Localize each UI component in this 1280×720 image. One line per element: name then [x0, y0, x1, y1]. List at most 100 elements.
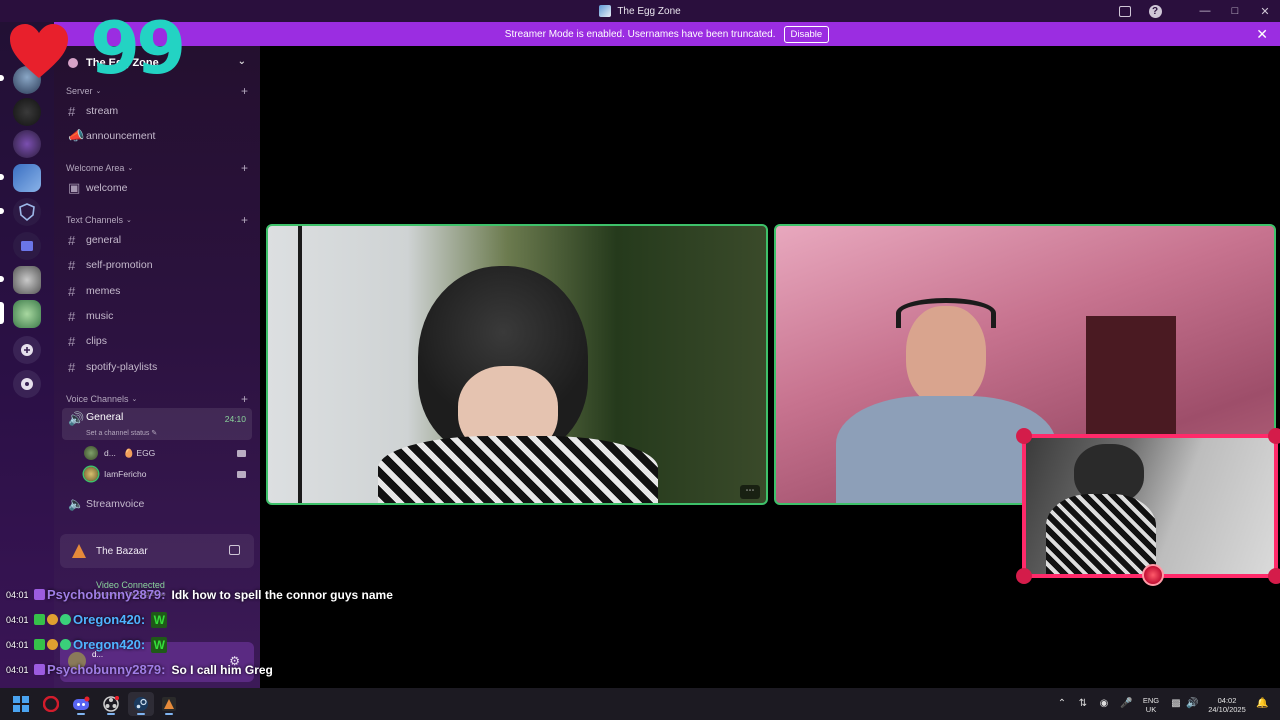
title-bar: The Egg Zone ? — □ ✕ [0, 0, 1280, 22]
channel-general[interactable]: # general [62, 229, 252, 251]
chat-username: Oregon420: [73, 612, 146, 627]
taskbar-app-steam[interactable] [128, 692, 154, 716]
chat-time: 04:01 [6, 639, 29, 650]
chat-time: 04:01 [6, 614, 29, 625]
channel-welcome[interactable]: ▣ welcome [62, 177, 252, 199]
disable-streamer-mode-button[interactable]: Disable [783, 25, 830, 43]
help-button[interactable]: ? [1140, 0, 1170, 22]
channel-label: announcement [86, 130, 156, 142]
verified-badge-icon [60, 614, 71, 625]
banner-close-icon[interactable]: ✕ [1256, 26, 1268, 43]
frame-ornament [1268, 568, 1280, 584]
hash-icon: # [68, 333, 76, 349]
channel-clips[interactable]: # clips [62, 330, 252, 352]
pencil-icon: ✎ [151, 430, 158, 437]
language-code: ENG [1142, 696, 1160, 705]
start-button[interactable] [8, 692, 34, 716]
channel-stream[interactable]: # stream [62, 100, 252, 122]
close-button[interactable]: ✕ [1250, 0, 1280, 22]
kick-badge-icon [34, 614, 45, 625]
language-indicator[interactable]: ENG UK [1138, 696, 1164, 714]
chat-overlay: 04:01 Psychobunny2879: Idk how to spell … [6, 582, 566, 682]
selected-indicator [0, 302, 4, 324]
screen: The Egg Zone ? — □ ✕ Streamer Mode is en… [0, 0, 1280, 720]
hash-icon: # [68, 308, 76, 324]
mic-stand [298, 226, 302, 503]
w-emote: W [151, 611, 168, 628]
more-options-button[interactable]: ⋯ [740, 485, 760, 499]
voice-channel-general[interactable]: 🔊 General 24:10 Set a channel status ✎ [62, 408, 252, 440]
notifications-icon[interactable]: 🔔 [1256, 698, 1268, 710]
chat-message: 04:01 Psychobunny2879: Idk how to spell … [6, 582, 566, 607]
voice-user[interactable]: d... 🥚 EGG [84, 443, 252, 463]
category-text-channels[interactable]: Text Channels ⌄ + [66, 213, 248, 227]
create-channel-button[interactable]: + [241, 213, 248, 227]
app-icon [599, 5, 612, 17]
camera-icon [237, 470, 246, 478]
server-icon-5[interactable] [13, 198, 41, 226]
taskbar-app-discord[interactable] [68, 692, 94, 716]
voice-user[interactable]: IamFericho [84, 464, 252, 484]
server-icon-2[interactable] [13, 98, 41, 126]
activity-panel[interactable]: The Bazaar [60, 534, 254, 568]
create-channel-button[interactable]: + [241, 161, 248, 175]
monitor-icon[interactable]: ▩ [1170, 698, 1182, 710]
server-icon-3[interactable] [13, 130, 41, 158]
egg-icon: 🥚 [123, 447, 135, 458]
taskbar-app-the-bazaar[interactable] [156, 692, 182, 716]
overlay-score: 99 [90, 6, 186, 90]
discover-button[interactable] [13, 370, 41, 398]
opera-icon [43, 696, 59, 712]
steam-tray-icon[interactable]: ◉ [1098, 698, 1110, 710]
compass-icon [21, 378, 33, 390]
unread-indicator [0, 276, 4, 282]
microphone-icon[interactable]: 🎤 [1120, 698, 1132, 710]
channel-spotify-playlists[interactable]: # spotify-playlists [62, 356, 252, 378]
minimize-button[interactable]: — [1190, 0, 1220, 22]
channel-music[interactable]: # music [62, 305, 252, 327]
taskbar-app-opera[interactable] [38, 692, 64, 716]
channel-memes[interactable]: # memes [62, 280, 252, 302]
network-share-icon[interactable]: ⇅ [1077, 698, 1089, 710]
clock[interactable]: 04:02 24/10/2025 [1204, 696, 1250, 714]
gift-badge-icon [47, 639, 58, 650]
server-icon-6[interactable] [13, 266, 41, 294]
inbox-button[interactable] [1110, 0, 1140, 22]
category-voice-channels[interactable]: Voice Channels ⌄ + [66, 392, 248, 406]
hash-icon: # [68, 283, 76, 299]
voice-channel-label: Streamvoice [86, 498, 145, 510]
chat-time: 04:01 [6, 589, 29, 600]
screen-share-icon[interactable] [229, 545, 240, 555]
add-server-button[interactable] [13, 336, 41, 364]
channel-label: stream [86, 105, 119, 117]
chat-message: 04:01 Oregon420: W [6, 632, 566, 657]
channel-label: memes [86, 285, 121, 297]
speaker-icon[interactable]: 🔊 [1186, 698, 1198, 710]
channel-status-text: Set a channel status [86, 430, 150, 437]
maximize-button[interactable]: □ [1220, 0, 1250, 22]
keyboard-layout: UK [1145, 705, 1157, 714]
game-icon [72, 544, 86, 558]
server-icon-4[interactable] [13, 164, 41, 192]
streamer-mode-banner: Streamer Mode is enabled. Usernames have… [54, 22, 1280, 46]
category-label: Voice Channels [66, 394, 129, 404]
chevron-down-icon: ⌄ [237, 56, 246, 67]
category-welcome-area[interactable]: Welcome Area ⌄ + [66, 161, 248, 175]
hash-icon: # [68, 257, 76, 273]
voice-user-tag: EGG [136, 448, 156, 458]
create-channel-button[interactable]: + [241, 84, 248, 98]
voice-channel-streamvoice[interactable]: 🔈 Streamvoice [62, 493, 252, 515]
video-tile-user-1[interactable]: ⋯ [266, 224, 768, 505]
person-shirt [1046, 494, 1156, 574]
chevron-up-icon[interactable]: ⌃ [1056, 698, 1068, 710]
channel-self-promotion[interactable]: # self-promotion [62, 254, 252, 276]
create-channel-button[interactable]: + [241, 392, 248, 406]
steam-icon [134, 697, 148, 711]
taskbar-app-obs[interactable] [98, 692, 124, 716]
inbox-icon [1119, 5, 1131, 17]
server-icon-the-egg-zone[interactable] [13, 300, 41, 328]
minimize-icon: — [1199, 5, 1211, 17]
folder-icon[interactable] [13, 232, 41, 260]
channel-status-button[interactable]: Set a channel status ✎ [86, 429, 157, 437]
channel-announcement[interactable]: 📣 announcement [62, 125, 252, 147]
